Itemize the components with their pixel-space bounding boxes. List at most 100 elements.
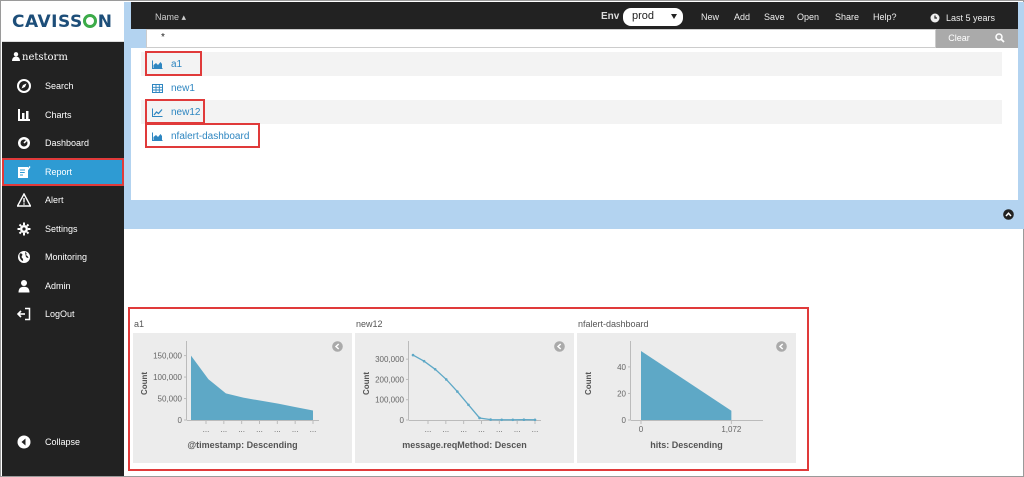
y-axis-label: Count — [584, 372, 593, 395]
dashboard-panels: a1 150,000 100,000 50,000 0 Count............… — [128, 307, 809, 471]
compass-icon — [17, 79, 31, 93]
sidebar-nav: Search Charts Dashboard Report Alert Settings… — [2, 72, 124, 329]
data-point — [522, 418, 526, 421]
report-icon — [18, 165, 31, 178]
x-axis-label: message.reqMethod: Descen — [402, 440, 527, 450]
chevron-up-circle-icon[interactable] — [1003, 209, 1014, 220]
data-point — [489, 418, 492, 421]
clear-button[interactable]: Clear — [936, 29, 982, 48]
user-icon — [18, 279, 30, 292]
name-sort-header[interactable]: Name ▴ — [155, 12, 186, 23]
y-tick-label: 40 — [617, 363, 626, 372]
panel-title: a1 — [134, 319, 145, 329]
highlight-box — [145, 123, 260, 148]
data-point — [411, 353, 415, 357]
visualization-panel: 300,000 200,000 100,000 0 Count.............… — [355, 333, 574, 463]
sidebar-item-search[interactable]: Search — [2, 72, 124, 101]
top-toolbar: Name ▴ Env prod New Add Save Open Share Help?… — [131, 2, 1018, 29]
logo: CAVISS N — [2, 2, 124, 42]
menu-save-button[interactable]: Save — [764, 12, 785, 22]
app-window: CAVISS N netstorm Search Charts Dashboard Re… — [0, 0, 1024, 477]
chevron-left-circle-icon[interactable] — [554, 341, 565, 352]
chevron-left-circle-icon — [17, 435, 31, 449]
y-tick-label: 100,000 — [375, 396, 404, 405]
y-tick-label: 50,000 — [158, 395, 183, 404]
env-value: prod — [632, 10, 655, 22]
sidebar-item-label: Report — [45, 166, 73, 177]
list-item[interactable]: new1 — [141, 76, 1002, 100]
collapse-label: Collapse — [45, 437, 81, 447]
x-tick-label: ... — [425, 425, 432, 434]
saved-objects-panel: Name ▴ Env prod New Add Save Open Share Help?… — [124, 2, 1024, 229]
logout-icon — [17, 307, 31, 321]
sidebar-item-charts[interactable]: Charts — [2, 101, 124, 130]
sidebar-item-label: Settings — [45, 223, 78, 234]
search-button[interactable] — [982, 29, 1018, 48]
search-icon — [995, 33, 1005, 43]
sidebar-item-label: LogOut — [45, 309, 75, 319]
sidebar-item-logout[interactable]: LogOut — [2, 300, 124, 329]
menu-add-button[interactable]: Add — [734, 12, 750, 22]
x-tick-label: ... — [442, 425, 449, 434]
data-point — [433, 368, 437, 371]
y-tick-label: 200,000 — [375, 375, 404, 384]
y-tick-label: 300,000 — [375, 355, 404, 364]
highlight-box — [145, 51, 202, 76]
sidebar-item-label: Alert — [45, 195, 64, 205]
list-item[interactable]: new12 — [141, 99, 1002, 124]
data-point — [478, 416, 481, 420]
area-series — [641, 350, 732, 420]
sidebar-item-admin[interactable]: Admin — [2, 272, 124, 301]
sidebar-item-settings[interactable]: Settings — [2, 215, 124, 244]
x-tick-label: ... — [292, 425, 299, 434]
menu-help-button[interactable]: Help? — [873, 12, 897, 22]
x-tick-label: ... — [532, 425, 539, 434]
y-axis-label: Count — [140, 372, 149, 395]
gear-icon — [17, 222, 31, 235]
caret-down-icon — [671, 14, 677, 19]
data-point — [456, 390, 459, 393]
user-icon — [12, 52, 20, 61]
line-series — [412, 354, 536, 421]
table-icon — [152, 84, 163, 93]
x-tick-label: 0 — [639, 425, 644, 434]
time-range-picker[interactable]: Last 5 years — [946, 13, 995, 23]
x-tick-label: ... — [514, 425, 521, 434]
clock-icon — [930, 13, 940, 23]
globe-icon — [18, 251, 30, 263]
sidebar-item-monitoring[interactable]: Monitoring — [2, 243, 124, 272]
chevron-left-circle-icon[interactable] — [776, 341, 787, 352]
list-item-label[interactable]: new1 — [171, 83, 195, 94]
menu-share-button[interactable]: Share — [835, 12, 859, 22]
x-tick-label: 1,072 — [721, 425, 742, 434]
sidebar-item-alert[interactable]: Alert — [2, 186, 124, 215]
x-axis-label: @timestamp: Descending — [187, 440, 298, 450]
y-axis-label: Count — [362, 372, 371, 395]
env-select[interactable]: prod — [623, 8, 683, 26]
visualization-panel: 40 20 0 Count 0 1,072 hits: Descending — [577, 333, 796, 463]
menu-open-button[interactable]: Open — [797, 12, 819, 22]
saved-objects-list: a1 new1 new12 nfalert-dashboard — [131, 48, 1018, 200]
x-axis-label: hits: Descending — [650, 440, 723, 450]
sidebar-item-dashboard[interactable]: Dashboard — [2, 129, 124, 158]
sidebar-item-label: Dashboard — [45, 138, 90, 148]
chevron-left-circle-icon[interactable] — [332, 341, 343, 352]
list-item[interactable]: a1 — [141, 51, 1002, 76]
data-point — [467, 403, 470, 407]
username: netstorm — [22, 52, 68, 63]
y-tick-label: 100,000 — [153, 373, 182, 382]
search-input[interactable]: * — [146, 29, 936, 48]
list-item[interactable]: nfalert-dashboard — [141, 123, 1002, 148]
sidebar-item-label: Admin — [45, 280, 71, 291]
search-row: * Clear — [146, 29, 1018, 48]
data-point — [533, 418, 537, 422]
user-label: netstorm — [2, 48, 124, 68]
sidebar-item-report[interactable]: Report — [2, 157, 124, 186]
warning-icon — [17, 193, 31, 207]
panel-title: nfalert-dashboard — [578, 319, 649, 329]
menu-new-button[interactable]: New — [701, 12, 719, 22]
collapse-button[interactable]: Collapse — [2, 432, 124, 454]
x-tick-label: ... — [220, 425, 227, 434]
env-label: Env — [601, 11, 620, 22]
logo-text: CAVISS N — [12, 12, 113, 32]
